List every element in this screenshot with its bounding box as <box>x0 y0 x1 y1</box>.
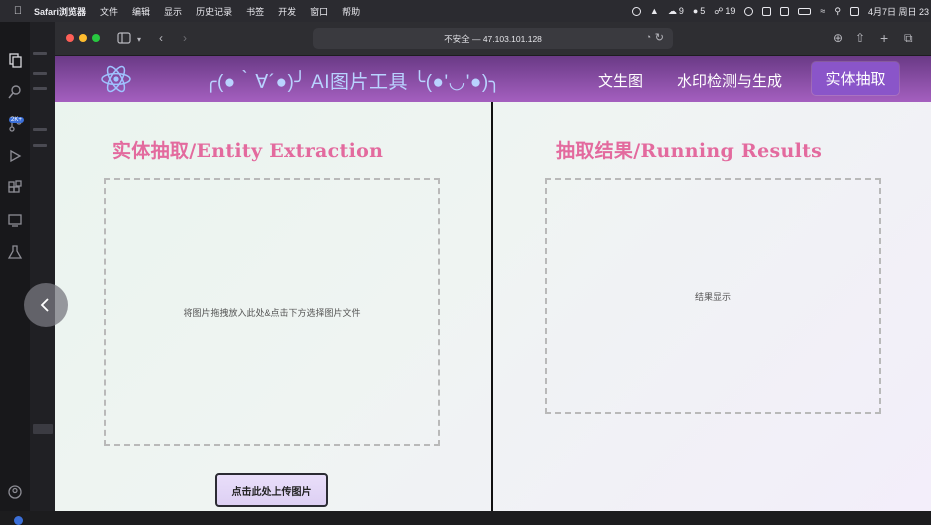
explorer-line <box>33 144 47 147</box>
new-tab-icon[interactable]: + <box>880 30 888 46</box>
sidebar-toggle-icon[interactable] <box>117 32 131 44</box>
chevron-down-icon[interactable]: ▾ <box>137 32 141 48</box>
record-icon[interactable] <box>631 6 641 16</box>
upload-image-button[interactable]: 点击此处上传图片 <box>215 473 328 507</box>
nav-link-text-to-image[interactable]: 文生图 <box>598 70 643 91</box>
input-source-icon[interactable] <box>780 6 790 16</box>
close-window-button[interactable] <box>66 34 74 42</box>
explorer-files-icon[interactable] <box>7 52 23 68</box>
address-bar[interactable]: 不安全 — 47.103.101.128 ◔ ↻ <box>313 28 673 49</box>
status-count-1: 9 <box>678 6 684 16</box>
menu-develop[interactable]: 开发 <box>278 5 296 18</box>
back-icon[interactable]: ‹ <box>159 30 163 46</box>
status-item-3[interactable]: ☍ 19 <box>714 6 735 17</box>
url-text: 不安全 — 47.103.101.128 <box>444 33 542 44</box>
dropzone-hint: 将图片拖拽放入此处&点击下方选择图片文件 <box>183 307 361 318</box>
display-icon[interactable] <box>762 6 772 16</box>
zoom-window-button[interactable] <box>92 34 100 42</box>
status-count-3: 19 <box>725 6 736 16</box>
back-overlay-button[interactable] <box>24 283 68 327</box>
mountain-icon: ▲ <box>649 6 659 16</box>
result-placeholder: 结果显示 <box>694 291 731 302</box>
drop-icon: ● <box>692 6 699 16</box>
wifi-icon[interactable]: ≈ <box>820 6 825 16</box>
status-item-2[interactable]: ● 5 <box>693 6 705 16</box>
spotlight-search-icon[interactable]: ⚲ <box>834 6 841 17</box>
download-icon[interactable]: ⊕ <box>833 30 843 46</box>
chat-icon: ☍ <box>714 5 724 16</box>
minimize-window-button[interactable] <box>79 34 87 42</box>
browser-toolbar: ▾ ‹ › 不安全 — 47.103.101.128 ◔ ↻ ⊕ ⇧ + ⧉ <box>55 22 931 56</box>
status-count-2: 5 <box>700 6 706 16</box>
account-badge <box>14 516 23 525</box>
menu-window[interactable]: 窗口 <box>310 5 328 18</box>
ide-sidebar: 2K+ <box>0 22 55 525</box>
explorer-panel <box>30 22 55 511</box>
forward-icon[interactable]: › <box>183 30 187 46</box>
safari-window: ▾ ‹ › 不安全 — 47.103.101.128 ◔ ↻ ⊕ ⇧ + ⧉ ╭… <box>55 22 931 511</box>
share-icon[interactable]: ⇧ <box>855 30 865 46</box>
explorer-line <box>33 52 47 55</box>
tab-overview-icon[interactable]: ⧉ <box>904 30 913 46</box>
activity-bar: 2K+ <box>0 22 30 525</box>
explorer-line <box>33 87 47 90</box>
apple-icon[interactable]:  <box>12 5 24 17</box>
testing-flask-icon[interactable] <box>7 244 23 260</box>
menu-view[interactable]: 显示 <box>164 5 182 18</box>
chevron-left-icon <box>40 298 49 312</box>
result-area: 结果显示 <box>545 178 881 414</box>
menu-file[interactable]: 文件 <box>100 5 118 18</box>
status-mountain[interactable]: ▲ <box>650 6 659 16</box>
battery-icon[interactable] <box>798 7 812 15</box>
menu-app-name[interactable]: Safari浏览器 <box>34 5 86 18</box>
explorer-line <box>33 72 47 75</box>
menu-help[interactable]: 帮助 <box>342 5 360 18</box>
account-icon[interactable] <box>7 484 23 500</box>
extensions-icon[interactable] <box>7 180 23 196</box>
source-control-badge: 2K+ <box>9 117 24 123</box>
nav-link-entity-extraction[interactable]: 实体抽取 <box>812 62 899 95</box>
play-icon[interactable] <box>744 6 754 16</box>
run-debug-icon[interactable] <box>7 148 23 164</box>
remote-explorer-icon[interactable] <box>7 212 23 228</box>
explorer-line <box>33 128 47 131</box>
control-center-icon[interactable] <box>849 6 859 16</box>
cloud-icon: ☁ <box>667 5 677 16</box>
menu-edit[interactable]: 编辑 <box>132 5 150 18</box>
status-item-1[interactable]: ☁ 9 <box>668 6 684 17</box>
menu-bookmarks[interactable]: 书签 <box>246 5 264 18</box>
site-title: ╭(●｀∀´●)╯ AI图片工具 ╰(●'◡'●)╮ <box>205 72 501 93</box>
menu-bar-status-area: ▲ ☁ 9 ● 5 ☍ 19 ≈ ⚲ 4月7日 周日 23 <box>631 0 929 22</box>
menu-history[interactable]: 历史记录 <box>196 5 232 18</box>
panel-divider <box>491 102 493 511</box>
image-dropzone[interactable]: 将图片拖拽放入此处&点击下方选择图片文件 <box>104 178 440 446</box>
extension-icon[interactable]: ◔ <box>646 32 651 42</box>
react-logo-icon <box>101 65 131 93</box>
reload-icon[interactable]: ↻ <box>655 31 664 44</box>
left-panel-title: 实体抽取/Entity Extraction <box>112 140 384 162</box>
explorer-block <box>33 424 53 434</box>
macos-menu-bar:  Safari浏览器 文件 编辑 显示 历史记录 书签 开发 窗口 帮助 ▲ … <box>0 0 931 22</box>
nav-link-watermark[interactable]: 水印检测与生成 <box>677 70 782 91</box>
menu-clock[interactable]: 4月7日 周日 23 <box>868 5 929 18</box>
web-page: ╭(●｀∀´●)╯ AI图片工具 ╰(●'◡'●)╮ 文生图 水印检测与生成 实… <box>55 56 931 511</box>
site-navbar: ╭(●｀∀´●)╯ AI图片工具 ╰(●'◡'●)╮ 文生图 水印检测与生成 实… <box>55 56 931 102</box>
right-panel-title: 抽取结果/Running Results <box>556 140 823 162</box>
search-icon[interactable] <box>7 84 23 100</box>
